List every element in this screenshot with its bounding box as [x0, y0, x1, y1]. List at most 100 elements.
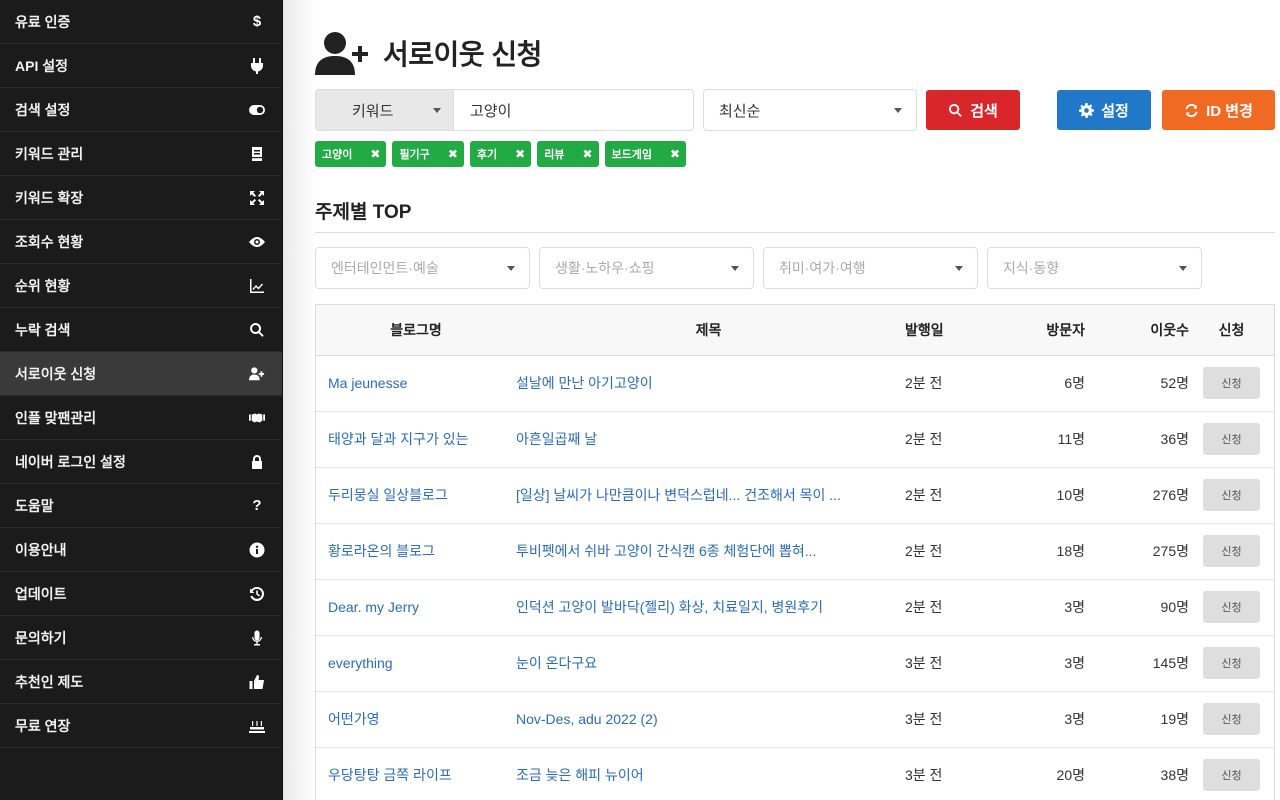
sidebar-item[interactable]: 인플 맞팬관리	[0, 396, 282, 440]
sidebar-item[interactable]: 키워드 확장	[0, 176, 282, 220]
search-type-select[interactable]: 키워드	[315, 89, 453, 131]
neighbor-count: 19명	[1085, 691, 1189, 748]
apply-cell: 신청	[1189, 467, 1274, 524]
history-icon	[248, 585, 266, 603]
publish-date: 3분 전	[901, 635, 981, 692]
search-button[interactable]: 검색	[926, 90, 1020, 130]
post-title-link[interactable]: Nov-Des, adu 2022 (2)	[516, 691, 901, 748]
sidebar-item-label: 키워드 관리	[15, 145, 84, 162]
sidebar-item-label: 이용안내	[15, 541, 67, 558]
sidebar-item[interactable]: 도움말?	[0, 484, 282, 528]
sidebar-item[interactable]: 무료 연장	[0, 704, 282, 748]
blog-name-link[interactable]: Ma jeunesse	[316, 355, 516, 412]
table-body: Ma jeunesse 설날에 만난 아기고양이 2분 전 6명 52명 신청 태양과 달과…	[316, 355, 1274, 800]
sidebar-item[interactable]: 이용안내	[0, 528, 282, 572]
blog-name-link[interactable]: everything	[316, 635, 516, 692]
keyword-tag-label: 후기	[476, 149, 498, 161]
post-title-link[interactable]: 인덕션 고양이 발바닥(젤리) 화상, 치료일지, 병원후기	[516, 579, 901, 636]
apply-cell: 신청	[1189, 523, 1274, 580]
search-icon	[949, 103, 962, 117]
post-title-link[interactable]: 투비펫에서 쉬바 고양이 간식캔 6종 체험단에 뽑혀...	[516, 523, 901, 580]
apply-button[interactable]: 신청	[1203, 479, 1260, 511]
blog-name-link[interactable]: 태양과 달과 지구가 있는	[316, 411, 516, 468]
table-row: 우당탕탕 금쪽 라이프 조금 늦은 해피 뉴이어 3분 전 20명 38명 신청	[316, 747, 1274, 800]
post-title-link[interactable]: [일상] 날씨가 나만큼이나 변덕스럽네... 건조해서 목이 ...	[516, 467, 901, 524]
table-row: everything 눈이 온다구요 3분 전 3명 145명 신청	[316, 635, 1274, 692]
topic-select[interactable]: 취미·여가·여행	[763, 247, 978, 289]
sidebar-item[interactable]: 검색 설정	[0, 88, 282, 132]
table-row: 태양과 달과 지구가 있는 아흔일곱째 날 2분 전 11명 36명 신청	[316, 411, 1274, 468]
keyword-input[interactable]	[453, 89, 694, 131]
column-header-blog[interactable]: 블로그명	[316, 305, 516, 356]
id-change-button[interactable]: ID 변경	[1162, 90, 1275, 130]
post-title-link[interactable]: 설날에 만난 아기고양이	[516, 355, 901, 412]
topic-select-placeholder: 취미·여가·여행	[779, 260, 866, 276]
settings-button-label: 설정	[1101, 102, 1129, 120]
apply-button[interactable]: 신청	[1203, 367, 1260, 399]
keyword-tag: 보드게임 ✖	[604, 141, 687, 167]
topic-select[interactable]: 지식·동향	[987, 247, 1202, 289]
sidebar-item[interactable]: 업데이트	[0, 572, 282, 616]
blog-name-link[interactable]: 두리뭉실 일상블로그	[316, 467, 516, 524]
topic-select-placeholder: 생활·노하우·쇼핑	[555, 260, 655, 276]
page-header: 서로이웃 신청	[315, 28, 1280, 78]
close-icon[interactable]: ✖	[448, 147, 458, 161]
search-icon	[248, 321, 266, 339]
blog-name-link[interactable]: Dear. my Jerry	[316, 579, 516, 636]
sidebar-item[interactable]: 문의하기	[0, 616, 282, 660]
apply-cell: 신청	[1189, 411, 1274, 468]
keyword-tags: 고양이 ✖ 필기구 ✖ 후기 ✖ 리뷰 ✖ 보드게임 ✖	[315, 141, 1280, 167]
topic-selects: 엔터테인먼트·예술 생활·노하우·쇼핑 취미·여가·여행 지식·동향	[315, 247, 1280, 289]
column-header-visitors[interactable]: 방문자	[981, 305, 1085, 356]
blog-name-link[interactable]: 우당탕탕 금쪽 라이프	[316, 747, 516, 800]
close-icon[interactable]: ✖	[515, 147, 525, 161]
search-type-value: 키워드	[352, 102, 394, 120]
apply-button[interactable]: 신청	[1203, 647, 1260, 679]
question-icon: ?	[252, 497, 262, 514]
apply-button[interactable]: 신청	[1203, 759, 1260, 791]
sidebar-item[interactable]: 유료 인증 $	[0, 0, 282, 44]
close-icon[interactable]: ✖	[670, 147, 680, 161]
column-header-date[interactable]: 발행일	[901, 305, 981, 356]
sidebar-item[interactable]: 조회수 현황	[0, 220, 282, 264]
main-content: 서로이웃 신청 키워드 최신순 검색 설정 ID 변경	[315, 0, 1280, 800]
close-icon[interactable]: ✖	[582, 147, 592, 161]
table-row: 어떤가영 Nov-Des, adu 2022 (2) 3분 전 3명 19명 신청	[316, 691, 1274, 748]
blog-name-link[interactable]: 어떤가영	[316, 691, 516, 748]
topic-select[interactable]: 생활·노하우·쇼핑	[539, 247, 754, 289]
dollar-icon: $	[252, 13, 262, 30]
apply-button[interactable]: 신청	[1203, 535, 1260, 567]
topic-select[interactable]: 엔터테인먼트·예술	[315, 247, 530, 289]
sidebar-item-label: 추천인 제도	[15, 673, 84, 690]
user-plus-icon	[248, 365, 266, 383]
apply-button[interactable]: 신청	[1203, 423, 1260, 455]
sidebar-item[interactable]: 누락 검색	[0, 308, 282, 352]
sidebar-item-label: API 설정	[15, 57, 68, 74]
close-icon[interactable]: ✖	[370, 147, 380, 161]
keyword-tag-label: 고양이	[322, 149, 353, 161]
sidebar-item[interactable]: 순위 현황	[0, 264, 282, 308]
post-title-link[interactable]: 눈이 온다구요	[516, 635, 901, 692]
sidebar-item[interactable]: 서로이웃 신청	[0, 352, 282, 396]
apply-button[interactable]: 신청	[1203, 591, 1260, 623]
sidebar-item[interactable]: 키워드 관리	[0, 132, 282, 176]
sidebar-item-label: 키워드 확장	[15, 189, 84, 206]
publish-date: 2분 전	[901, 523, 981, 580]
sidebar-item[interactable]: 추천인 제도	[0, 660, 282, 704]
settings-button[interactable]: 설정	[1057, 90, 1151, 130]
user-plus-icon	[315, 32, 368, 75]
neighbor-count: 36명	[1085, 411, 1189, 468]
column-header-title[interactable]: 제목	[516, 305, 901, 356]
plug-icon	[248, 57, 266, 75]
sort-select[interactable]: 최신순	[703, 89, 917, 131]
post-title-link[interactable]: 조금 늦은 해피 뉴이어	[516, 747, 901, 800]
chevron-down-icon	[433, 107, 441, 113]
sidebar-item[interactable]: 네이버 로그인 설정	[0, 440, 282, 484]
post-title-link[interactable]: 아흔일곱째 날	[516, 411, 901, 468]
neighbor-count: 38명	[1085, 747, 1189, 800]
blog-name-link[interactable]: 황로라온의 블로그	[316, 523, 516, 580]
sidebar-item[interactable]: API 설정	[0, 44, 282, 88]
visitor-count: 3명	[981, 579, 1085, 636]
column-header-neighbors[interactable]: 이웃수	[1085, 305, 1189, 356]
apply-button[interactable]: 신청	[1203, 703, 1260, 735]
